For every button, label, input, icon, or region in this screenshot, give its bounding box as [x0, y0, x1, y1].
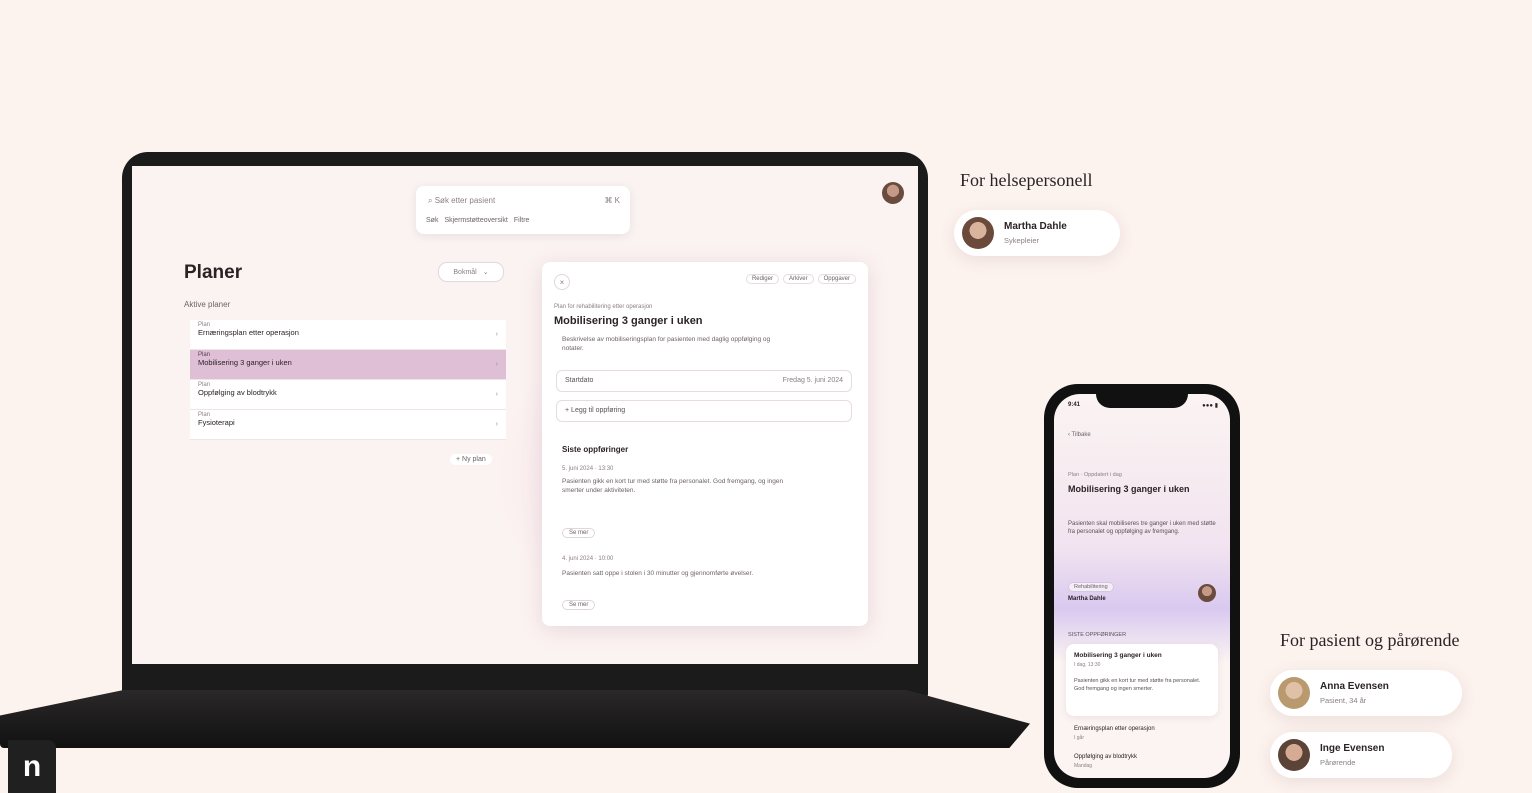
new-plan-button[interactable]: + Ny plan — [450, 454, 492, 465]
phone-section-heading: SISTE OPPFØRINGER — [1068, 632, 1127, 638]
entry-time: 5. juni 2024 · 13:30 — [562, 466, 614, 472]
chevron-down-icon: ⌄ — [482, 269, 489, 276]
patient-heading: For pasient og pårørende — [1280, 630, 1460, 650]
corner-logo: n — [8, 740, 56, 793]
plus-icon: + — [565, 407, 570, 414]
owner-avatar — [1198, 584, 1216, 602]
edit-button[interactable]: Rediger — [745, 274, 779, 284]
staff-card: Martha Dahle Sykepleier — [954, 210, 1120, 256]
search-icon: ⌕ — [428, 196, 433, 205]
phone-list-item[interactable]: Ernæringsplan etter operasjon I går — [1066, 722, 1218, 746]
plan-detail-panel: × Rediger Arkiver Oppgaver Plan for reha… — [542, 262, 868, 626]
plan-tag: Rehabilitering — [1068, 582, 1114, 592]
chevron-right-icon: › — [495, 391, 498, 398]
see-more-button[interactable]: Se mer — [562, 528, 596, 538]
phone-plan-meta: Plan · Oppdatert i dag — [1068, 472, 1122, 478]
close-icon[interactable]: × — [554, 274, 570, 290]
laptop-screen: ⌕ Søk etter pasient ⌘ K Søk Skjermstøtte… — [132, 166, 918, 664]
see-more-button[interactable]: Se mer — [562, 600, 596, 610]
search-chip[interactable]: Søk — [426, 217, 438, 224]
detail-title: Mobilisering 3 ganger i uken — [554, 315, 703, 327]
user-avatar[interactable] — [882, 182, 904, 204]
search-input[interactable]: ⌕ Søk etter pasient — [428, 196, 495, 206]
add-entry-field[interactable]: + Legg til oppføring — [556, 400, 852, 422]
plan-list: Plan Ernæringsplan etter operasjon › Pla… — [190, 320, 506, 440]
phone-entry-card[interactable]: Mobilisering 3 ganger i uken I dag, 13:3… — [1066, 644, 1218, 716]
patient-card: Anna Evensen Pasient, 34 år — [1270, 670, 1462, 716]
back-button[interactable]: ‹ Tilbake — [1068, 432, 1091, 438]
plan-owner: Martha Dahle — [1068, 596, 1106, 602]
plan-item[interactable]: Plan Fysioterapi › — [190, 410, 506, 440]
chevron-right-icon: › — [495, 331, 498, 338]
avatar — [1278, 739, 1310, 771]
avatar — [1278, 677, 1310, 709]
laptop-base — [0, 690, 1030, 748]
phone-plan-description: Pasienten skal mobiliseres tre ganger i … — [1068, 521, 1216, 536]
search-shortcut: ⌘ K — [604, 196, 620, 205]
start-date-field[interactable]: Startdato Fredag 5. juni 2024 — [556, 370, 852, 392]
tasks-button[interactable]: Oppgaver — [817, 274, 856, 284]
plan-item[interactable]: Plan Oppfølging av blodtrykk › — [190, 380, 506, 410]
phone-list-item[interactable]: Oppfølging av blodtrykk Mandag — [1066, 750, 1218, 774]
plans-subtitle: Aktive planer — [184, 300, 231, 309]
plan-item[interactable]: Plan Ernæringsplan etter operasjon › — [190, 320, 506, 350]
phone-plan-title: Mobilisering 3 ganger i uken — [1068, 484, 1190, 494]
status-icons: ●●● ▮ — [1202, 403, 1218, 409]
entry-time: 4. juni 2024 · 10:00 — [562, 556, 614, 562]
language-button[interactable]: Bokmål ⌄ — [438, 262, 504, 282]
status-time: 9:41 — [1068, 402, 1081, 408]
search-bar[interactable]: ⌕ Søk etter pasient ⌘ K Søk Skjermstøtte… — [416, 186, 630, 234]
recent-entries-heading: Siste oppføringer — [562, 445, 629, 454]
chevron-right-icon: › — [495, 361, 498, 368]
detail-meta: Plan for rehabilitering etter operasjon — [554, 304, 653, 310]
relative-card: Inge Evensen Pårørende — [1270, 732, 1452, 778]
chevron-right-icon: › — [495, 421, 498, 428]
phone-screen: 9:41 ●●● ▮ ‹ Tilbake Plan · Oppdatert i … — [1054, 394, 1230, 778]
staff-heading: For helsepersonell — [960, 170, 1093, 190]
search-chip[interactable]: Filtre — [514, 217, 530, 224]
detail-description: Beskrivelse av mobiliseringsplan for pas… — [562, 336, 771, 352]
entry-text: Pasienten satt oppe i stolen i 30 minutt… — [562, 570, 754, 577]
page-title: Planer — [184, 262, 243, 283]
plan-item-selected[interactable]: Plan Mobilisering 3 ganger i uken › — [190, 350, 506, 380]
phone-notch — [1096, 388, 1188, 408]
search-chip[interactable]: Skjermstøtteoversikt — [444, 217, 507, 224]
entry-text: Pasienten gikk en kort tur med støtte fr… — [562, 478, 784, 494]
avatar — [962, 217, 994, 249]
archive-button[interactable]: Arkiver — [782, 274, 814, 284]
